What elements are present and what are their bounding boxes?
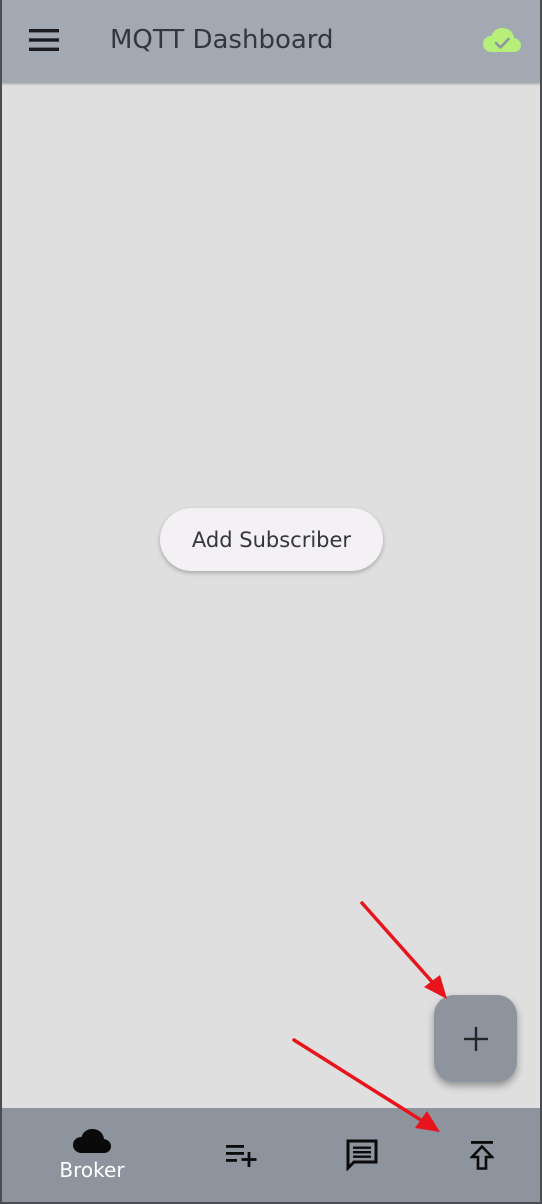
- connection-status-button[interactable]: [480, 22, 524, 58]
- app-title: MQTT Dashboard: [110, 25, 334, 55]
- message-icon: [346, 1139, 378, 1171]
- nav-item-publish[interactable]: [442, 1108, 522, 1202]
- add-fab-button[interactable]: [434, 995, 517, 1082]
- nav-item-subscriptions[interactable]: [202, 1108, 282, 1202]
- nav-item-messages[interactable]: [322, 1108, 402, 1202]
- playlist-add-icon: [226, 1145, 257, 1167]
- top-app-bar: MQTT Dashboard: [2, 0, 540, 83]
- plus-icon: [463, 1026, 488, 1051]
- publish-icon: [470, 1141, 494, 1170]
- cloud-done-icon: [483, 28, 521, 52]
- app-screen: MQTT Dashboard Add Subscriber Broker: [2, 0, 540, 1202]
- cloud-icon: [73, 1129, 111, 1153]
- nav-label-broker: Broker: [59, 1158, 125, 1182]
- nav-item-broker[interactable]: Broker: [42, 1108, 142, 1202]
- menu-icon: [29, 29, 59, 51]
- menu-button[interactable]: [24, 22, 64, 58]
- add-subscriber-button[interactable]: Add Subscriber: [160, 508, 383, 571]
- bottom-navigation: Broker: [2, 1108, 540, 1202]
